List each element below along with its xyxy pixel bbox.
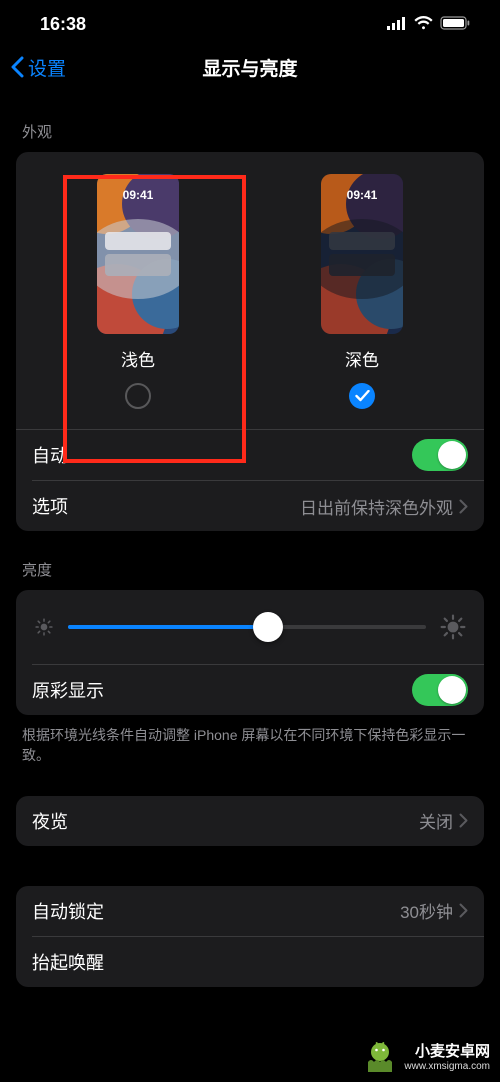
- options-value: 日出前保持深色外观: [300, 494, 453, 519]
- raise-to-wake-row[interactable]: 抬起唤醒: [16, 937, 484, 987]
- dark-thumbnail: 09:41: [321, 174, 403, 334]
- appearance-option-light[interactable]: 09:41 浅色: [97, 174, 179, 409]
- autolock-value: 30秒钟: [400, 898, 453, 923]
- sun-large-icon: [440, 614, 466, 640]
- notif-preview: [329, 232, 395, 250]
- truetone-label: 原彩显示: [32, 677, 104, 703]
- status-bar: 16:38: [0, 0, 500, 41]
- brightness-slider[interactable]: [68, 625, 426, 629]
- autolock-row[interactable]: 自动锁定 30秒钟: [16, 886, 484, 936]
- slider-thumb[interactable]: [253, 612, 283, 642]
- notif-preview: [329, 254, 395, 276]
- truetone-note: 根据环境光线条件自动调整 iPhone 屏幕以在不同环境下保持色彩显示一致。: [16, 715, 484, 766]
- light-label: 浅色: [121, 346, 155, 371]
- status-indicators: [387, 14, 470, 35]
- auto-appearance-row[interactable]: 自动: [16, 430, 484, 480]
- cellular-icon: [387, 14, 407, 35]
- watermark: 小麦安卓网 www.xmsigma.com: [362, 1038, 490, 1074]
- notif-preview: [105, 232, 171, 250]
- chevron-right-icon: [459, 903, 468, 918]
- options-label: 选项: [32, 493, 68, 519]
- raise-label: 抬起唤醒: [32, 949, 104, 975]
- back-label: 设置: [28, 54, 66, 81]
- nightshift-card: 夜览 关闭: [16, 796, 484, 846]
- watermark-url: www.xmsigma.com: [404, 1061, 490, 1072]
- wifi-icon: [414, 14, 433, 35]
- chevron-left-icon: [10, 56, 24, 78]
- watermark-logo-icon: [362, 1038, 398, 1074]
- auto-label: 自动: [32, 442, 68, 468]
- brightness-header: 亮度: [16, 531, 484, 590]
- lock-card: 自动锁定 30秒钟 抬起唤醒: [16, 886, 484, 987]
- battery-icon: [440, 14, 470, 35]
- notif-preview: [105, 254, 171, 276]
- appearance-header: 外观: [16, 93, 484, 152]
- back-button[interactable]: 设置: [0, 54, 66, 81]
- page-title: 显示与亮度: [0, 54, 500, 81]
- thumb-time: 09:41: [97, 188, 179, 202]
- chevron-right-icon: [459, 813, 468, 828]
- appearance-card: 09:41 浅色 09:: [16, 152, 484, 531]
- nightshift-value: 关闭: [419, 808, 453, 833]
- brightness-card: 原彩显示: [16, 590, 484, 715]
- nightshift-row[interactable]: 夜览 关闭: [16, 796, 484, 846]
- truetone-row[interactable]: 原彩显示: [16, 665, 484, 715]
- light-radio[interactable]: [125, 383, 151, 409]
- watermark-title: 小麦安卓网: [404, 1040, 490, 1061]
- appearance-options-row[interactable]: 选项 日出前保持深色外观: [16, 481, 484, 531]
- chevron-right-icon: [459, 499, 468, 514]
- truetone-switch[interactable]: [412, 674, 468, 706]
- checkmark-icon: [355, 390, 370, 402]
- appearance-option-dark[interactable]: 09:41 深色: [321, 174, 403, 409]
- nightshift-label: 夜览: [32, 808, 68, 834]
- status-time: 16:38: [40, 14, 86, 35]
- autolock-label: 自动锁定: [32, 898, 104, 924]
- nav-bar: 设置 显示与亮度: [0, 41, 500, 93]
- dark-label: 深色: [345, 346, 379, 371]
- thumb-time: 09:41: [321, 188, 403, 202]
- dark-radio[interactable]: [349, 383, 375, 409]
- brightness-slider-row: [16, 590, 484, 664]
- light-thumbnail: 09:41: [97, 174, 179, 334]
- sun-small-icon: [34, 617, 54, 637]
- auto-switch[interactable]: [412, 439, 468, 471]
